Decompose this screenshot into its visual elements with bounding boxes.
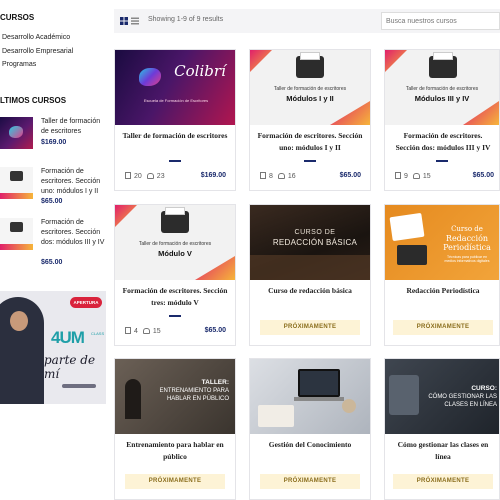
course-card[interactable]: Taller de formación de escritores Módulo… [384,49,500,191]
course-card[interactable]: TALLER: ENTRENAMIENTO PARA HABLAR EN PÚB… [114,358,236,500]
coming-soon-badge: PRÓXIMAMENTE [260,474,360,489]
course-title[interactable]: Formación de escritores. Sección tres: m… [121,285,229,309]
promo-logo-small: CLASS [91,331,105,336]
course-card[interactable]: Gestión del Conocimiento PRÓXIMAMENTE [249,358,371,500]
lesson-count: 20 [134,173,142,180]
recent-course-title[interactable]: Taller de formación de escritores [41,117,107,137]
course-card[interactable]: Taller de formación de escritores Módulo… [249,49,371,191]
student-count: 15 [152,328,161,335]
promo-banner[interactable]: APERTURA 4UM CLASS parte de mí [0,291,106,404]
lesson-count: 8 [269,173,273,180]
course-image[interactable] [250,359,370,434]
category-item[interactable]: Desarrollo Académico [2,31,73,45]
recent-courses-heading: LTIMOS CURSOS [0,96,67,105]
coming-soon-badge: PRÓXIMAMENTE [260,320,360,335]
title-divider [304,160,316,162]
hummingbird-icon [9,126,23,138]
lessons-icon [260,172,266,179]
coming-soon-badge: PRÓXIMAMENTE [125,474,225,489]
students-icon [146,173,154,179]
course-card[interactable]: Curso de Redacción Periodística Técnicas… [384,204,500,346]
title-divider [169,315,181,317]
course-price: $65.00 [472,172,494,179]
course-image[interactable]: Colibrí Escuela de Formación de Escritor… [115,50,235,125]
course-title[interactable]: Gestión del Conocimiento [256,439,364,451]
category-item[interactable]: Desarrollo Empresarial [2,45,73,59]
course-card[interactable]: CURSO: CÓMO GESTIONAR LAS CLASES EN LÍNE… [384,358,500,500]
student-count: 16 [287,173,296,180]
hummingbird-icon [139,68,161,86]
course-title[interactable]: Taller de formación de escritores [121,130,229,142]
student-count: 23 [156,173,165,180]
categories-heading: CURSOS [0,13,35,22]
recent-course-price: $65.00 [41,198,63,205]
coming-soon-badge: PRÓXIMAMENTE [393,320,493,335]
course-price: $65.00 [339,172,361,179]
course-card[interactable]: Taller de formación de escritores Módulo… [114,204,236,346]
title-divider [169,160,181,162]
course-image[interactable]: Taller de formación de escritores Módulo… [250,50,370,125]
promo-badge: APERTURA [70,297,102,308]
course-title[interactable]: Formación de escritores. Sección dos: mó… [391,130,495,154]
course-meta: 9 15 [395,172,431,180]
course-meta: 20 23 [125,172,165,180]
course-title[interactable]: Cómo gestionar las clases en línea [391,439,495,463]
course-image[interactable]: Taller de formación de escritores Módulo… [385,50,499,125]
lesson-count: 4 [134,328,138,335]
laptop-icon [298,369,340,397]
promo-logo: 4UM [51,328,85,347]
lessons-icon [125,172,131,179]
recent-course-title[interactable]: Formación de escritores. Sección dos: mó… [41,218,107,248]
course-card[interactable]: Colibrí Escuela de Formación de Escritor… [114,49,236,191]
catalog-toolbar: Showing 1-9 of 9 results [114,9,500,33]
course-image[interactable]: TALLER: ENTRENAMIENTO PARA HABLAR EN PÚB… [115,359,235,434]
category-item[interactable]: Programas [2,58,73,72]
course-price: $65.00 [204,327,226,334]
course-thumbnail[interactable] [0,167,33,199]
course-price: $169.00 [200,172,226,179]
promo-tagline: parte de mí [44,353,96,381]
course-title[interactable]: Formación de escritores. Sección uno: mó… [256,130,364,154]
lesson-count: 9 [404,173,408,180]
title-divider [436,160,448,162]
course-title[interactable]: Curso de redacción básica [256,285,364,297]
course-meta: 8 16 [260,172,296,180]
lessons-icon [125,327,131,334]
course-meta: 4 15 [125,327,161,335]
course-image[interactable]: CURSO: CÓMO GESTIONAR LAS CLASES EN LÍNE… [385,359,499,434]
course-title[interactable]: Redacción Periodística [391,285,495,297]
course-card[interactable]: CURSO DE REDACCIÓN BÁSICA Curso de redac… [249,204,371,346]
course-thumbnail[interactable] [0,218,33,250]
course-title[interactable]: Entrenamiento para hablar en público [121,439,229,463]
category-list: Desarrollo Académico Desarrollo Empresar… [2,31,73,72]
list-view-icon[interactable] [131,17,139,25]
students-icon [277,173,285,179]
course-image[interactable]: CURSO DE REDACCIÓN BÁSICA [250,205,370,280]
students-icon [142,328,150,334]
course-image[interactable]: Taller de formación de escritores Módulo… [115,205,235,280]
course-thumbnail[interactable] [0,117,33,149]
results-count: Showing 1-9 of 9 results [148,16,224,23]
sidebar: CURSOS Desarrollo Académico Desarrollo E… [0,0,108,500]
paper-icon [389,212,425,242]
speaker-silhouette [125,379,141,419]
typewriter-icon [10,222,23,232]
typewriter-icon [10,171,23,181]
student-count: 15 [422,173,431,180]
recent-course-title[interactable]: Formación de escritores. Sección uno: mó… [41,167,107,197]
students-icon [412,173,420,179]
search-input[interactable] [381,12,500,30]
coming-soon-badge: PRÓXIMAMENTE [393,474,493,489]
recent-course-price: $65.00 [41,259,63,266]
grid-view-icon[interactable] [120,17,128,25]
recent-course-price: $169.00 [41,139,67,146]
lessons-icon [395,172,401,179]
course-image[interactable]: Curso de Redacción Periodística Técnicas… [385,205,499,280]
